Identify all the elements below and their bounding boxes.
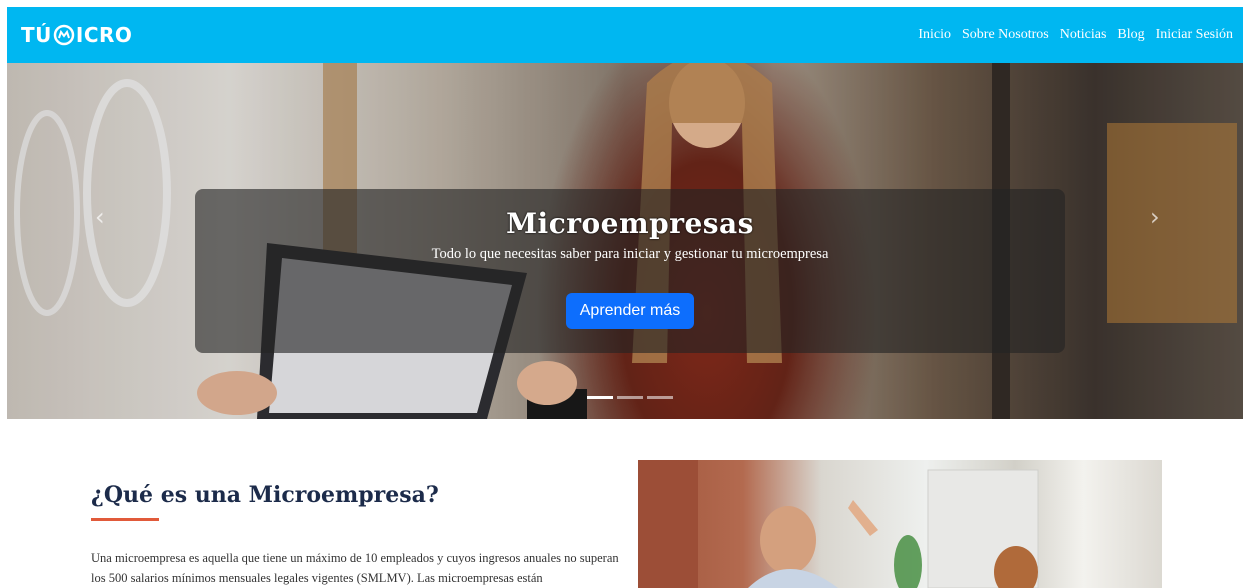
section-text: Una microempresa es aquella que tiene un… bbox=[91, 551, 619, 585]
carousel-indicator-1[interactable] bbox=[587, 396, 613, 399]
nav-sobre-nosotros[interactable]: Sobre Nosotros bbox=[962, 27, 1049, 43]
nav-inicio[interactable]: Inicio bbox=[918, 27, 951, 43]
logo-text-right: ICRO bbox=[75, 23, 133, 47]
nav-noticias[interactable]: Noticias bbox=[1060, 27, 1107, 43]
hero-caption: Microempresas Todo lo que necesitas sabe… bbox=[195, 189, 1065, 353]
carousel-prev-button[interactable]: ‹ bbox=[95, 203, 105, 231]
hero-subtitle: Todo lo que necesitas saber para iniciar… bbox=[431, 246, 829, 262]
logo-text-left: TÚ bbox=[21, 23, 52, 47]
office-team-photo bbox=[638, 460, 1162, 588]
chevron-left-icon: ‹ bbox=[95, 203, 105, 231]
nav-blog[interactable]: Blog bbox=[1117, 27, 1144, 43]
top-navbar: TÚ ICRO Inicio Sobre Nosotros Noticias B… bbox=[7, 7, 1243, 63]
carousel-indicator-3[interactable] bbox=[647, 396, 673, 399]
logo-m-icon bbox=[53, 24, 75, 46]
photo-illustration bbox=[638, 460, 1039, 588]
carousel-next-button[interactable]: › bbox=[1150, 203, 1160, 231]
carousel-indicator-2[interactable] bbox=[617, 396, 643, 399]
title-underline bbox=[91, 518, 159, 521]
nav-iniciar-sesion[interactable]: Iniciar Sesión bbox=[1156, 27, 1233, 43]
main-nav: Inicio Sobre Nosotros Noticias Blog Inic… bbox=[918, 27, 1233, 43]
section-title: ¿Qué es una Microempresa? bbox=[91, 482, 439, 508]
brand-logo[interactable]: TÚ ICRO bbox=[21, 23, 132, 47]
learn-more-button[interactable]: Aprender más bbox=[565, 293, 695, 329]
hero-title: Microempresas bbox=[506, 207, 754, 240]
hero-carousel: ‹ › Microempresas Todo lo que necesitas … bbox=[7, 63, 1243, 419]
carousel-indicators bbox=[587, 396, 673, 399]
chevron-right-icon: › bbox=[1150, 203, 1160, 231]
